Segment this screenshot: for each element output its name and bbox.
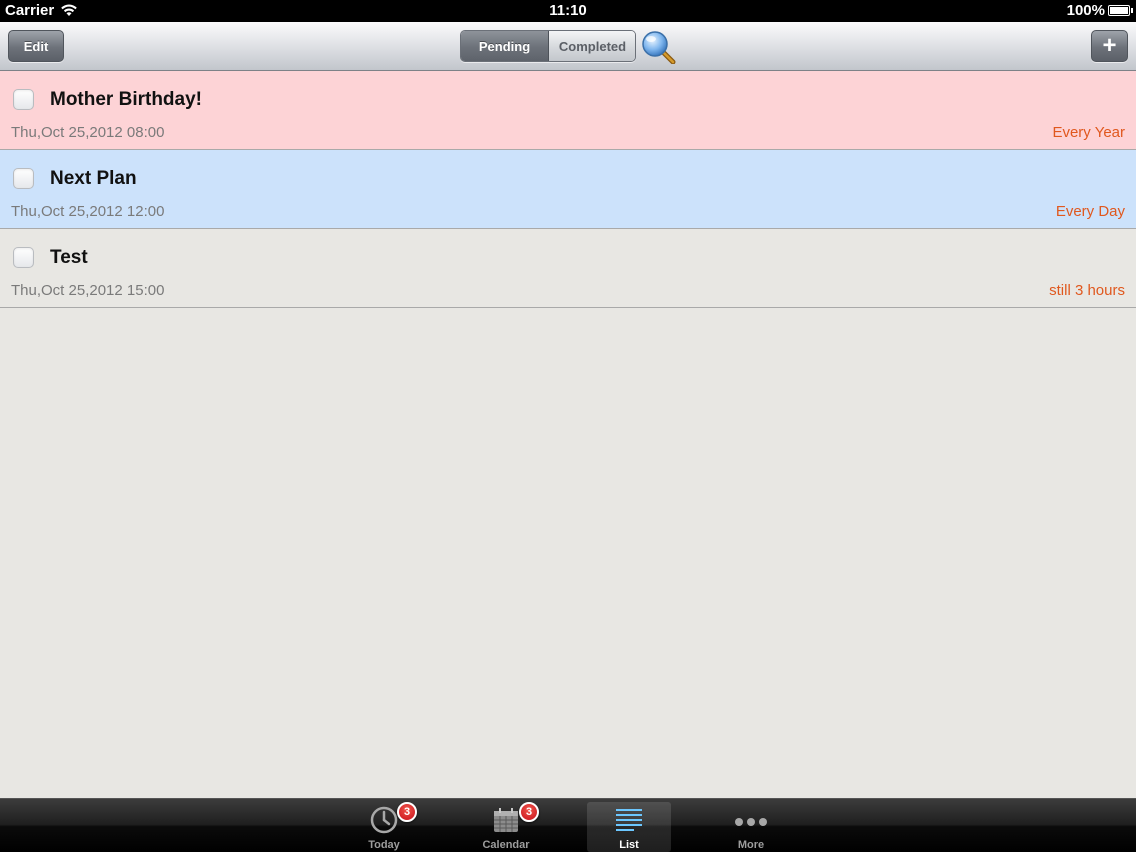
tab-label: More bbox=[737, 839, 765, 851]
checkbox[interactable] bbox=[13, 247, 34, 268]
add-button[interactable]: + bbox=[1091, 30, 1128, 62]
tab-today[interactable]: 3 Today bbox=[342, 802, 426, 852]
item-repeat: Every Day bbox=[1055, 203, 1125, 220]
tab-label: Calendar bbox=[482, 839, 530, 851]
list-item[interactable]: Next Plan Thu,Oct 25,2012 12:00 Every Da… bbox=[0, 150, 1136, 229]
more-dots-icon bbox=[735, 805, 767, 835]
battery-percent: 100% bbox=[1066, 2, 1105, 19]
list-icon bbox=[614, 805, 644, 835]
status-bar: Carrier 11:10 100% bbox=[0, 0, 1136, 22]
tab-calendar[interactable]: 3 Calendar bbox=[464, 802, 548, 852]
toolbar: Edit Pending Completed + bbox=[0, 22, 1136, 71]
tab-label: Today bbox=[368, 839, 400, 851]
list-item[interactable]: Mother Birthday! Thu,Oct 25,2012 08:00 E… bbox=[0, 71, 1136, 150]
tab-list[interactable]: List bbox=[587, 802, 671, 852]
search-icon[interactable] bbox=[640, 30, 676, 65]
today-badge: 3 bbox=[397, 802, 417, 822]
reminder-list: Mother Birthday! Thu,Oct 25,2012 08:00 E… bbox=[0, 71, 1136, 798]
item-title: Next Plan bbox=[50, 168, 137, 189]
tab-bar: 3 Today 3 Calendar List More bbox=[0, 798, 1136, 852]
item-datetime: Thu,Oct 25,2012 08:00 bbox=[11, 124, 165, 141]
item-repeat: still 3 hours bbox=[1049, 282, 1125, 299]
segment-completed[interactable]: Completed bbox=[549, 31, 635, 61]
item-repeat: Every Year bbox=[1052, 124, 1125, 141]
battery-icon bbox=[1108, 5, 1133, 16]
checkbox[interactable] bbox=[13, 89, 34, 110]
status-time: 11:10 bbox=[549, 2, 587, 19]
tab-label: List bbox=[619, 839, 639, 851]
segment-pending[interactable]: Pending bbox=[461, 31, 549, 61]
calendar-icon bbox=[491, 805, 521, 835]
item-datetime: Thu,Oct 25,2012 15:00 bbox=[11, 282, 165, 299]
filter-segmented-control: Pending Completed bbox=[460, 30, 636, 62]
item-datetime: Thu,Oct 25,2012 12:00 bbox=[11, 203, 165, 220]
tab-more[interactable]: More bbox=[709, 802, 793, 852]
list-item[interactable]: Test Thu,Oct 25,2012 15:00 still 3 hours bbox=[0, 229, 1136, 308]
item-title: Test bbox=[50, 247, 88, 268]
clock-icon bbox=[369, 805, 399, 835]
calendar-badge: 3 bbox=[519, 802, 539, 822]
edit-button[interactable]: Edit bbox=[8, 30, 64, 62]
checkbox[interactable] bbox=[13, 168, 34, 189]
item-title: Mother Birthday! bbox=[50, 89, 202, 110]
